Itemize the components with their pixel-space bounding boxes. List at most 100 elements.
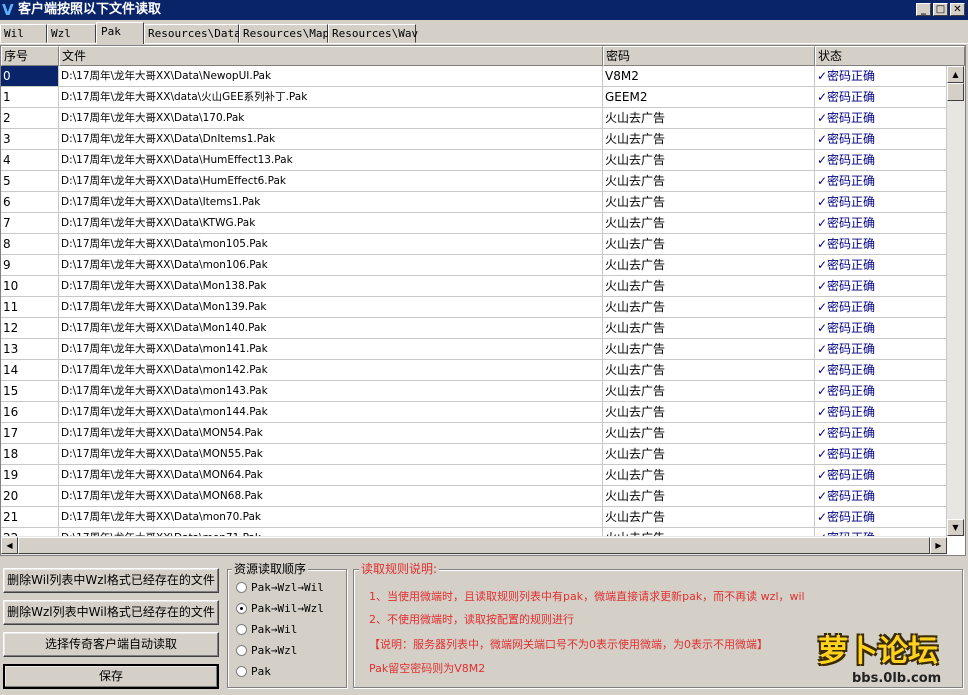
status-cell: ✓密码正确	[815, 318, 947, 339]
password-cell: GEEM2	[603, 87, 815, 108]
row-number-cell: 22	[1, 528, 59, 536]
table-row[interactable]: 15 D:\17周年\龙年大哥XX\Data\mon143.Pak 火山去广告 ✓密码…	[1, 381, 947, 402]
table-row[interactable]: 8 D:\17周年\龙年大哥XX\Data\mon105.Pak 火山去广告 ✓密码正…	[1, 234, 947, 255]
table-row[interactable]: 12 D:\17周年\龙年大哥XX\Data\Mon140.Pak 火山去广告 ✓密码…	[1, 318, 947, 339]
column-header-file[interactable]: 文件	[59, 46, 603, 66]
status-cell: ✓密码正确	[815, 171, 947, 192]
scroll-down-button[interactable]: ▼	[947, 519, 964, 536]
radio-icon[interactable]	[236, 645, 247, 656]
row-number-cell: 16	[1, 402, 59, 423]
password-cell: 火山去广告	[603, 339, 815, 360]
save-button[interactable]: 保存	[3, 664, 219, 689]
table-row[interactable]: 14 D:\17周年\龙年大哥XX\Data\mon142.Pak 火山去广告 ✓密码…	[1, 360, 947, 381]
row-number-cell: 15	[1, 381, 59, 402]
status-cell: ✓密码正确	[815, 66, 947, 87]
file-path-cell: D:\17周年\龙年大哥XX\Data\MON55.Pak	[59, 444, 603, 465]
auto-read-client-button[interactable]: 选择传奇客户端自动读取	[3, 632, 219, 657]
password-cell: 火山去广告	[603, 108, 815, 129]
password-cell: 火山去广告	[603, 360, 815, 381]
table-row[interactable]: 1 D:\17周年\龙年大哥XX\data\火山GEE系列补丁.Pak GEEM2 ✓…	[1, 87, 947, 108]
password-cell: 火山去广告	[603, 234, 815, 255]
radio-icon[interactable]	[236, 624, 247, 635]
tab-resources-wav[interactable]: Resources\Wav	[328, 24, 418, 43]
read-order-title: 资源读取顺序	[232, 562, 309, 576]
table-row[interactable]: 21 D:\17周年\龙年大哥XX\Data\mon70.Pak 火山去广告 ✓密码正…	[1, 507, 947, 528]
status-cell: ✓密码正确	[815, 108, 947, 129]
delete-wzl-duplicates-button[interactable]: 删除Wzl列表中Wil格式已经存在的文件	[3, 600, 219, 625]
read-order-option[interactable]: Pak→Wil→Wzl	[236, 601, 324, 617]
table-row[interactable]: 6 D:\17周年\龙年大哥XX\Data\Items1.Pak 火山去广告 ✓密码正…	[1, 192, 947, 213]
read-order-option[interactable]: Pak→Wil	[236, 622, 297, 638]
row-number-cell: 11	[1, 297, 59, 318]
minimize-button[interactable]: _	[916, 3, 931, 16]
table-row[interactable]: 11 D:\17周年\龙年大哥XX\Data\Mon139.Pak 火山去广告 ✓密码…	[1, 297, 947, 318]
read-order-option[interactable]: Pak→Wzl	[236, 643, 297, 659]
table-row[interactable]: 0 D:\17周年\龙年大哥XX\Data\NewopUI.Pak V8M2 ✓密码正…	[1, 66, 947, 87]
row-number-cell: 20	[1, 486, 59, 507]
radio-icon[interactable]	[236, 603, 247, 614]
close-button[interactable]: ✕	[950, 3, 965, 16]
tab-resources-data[interactable]: Resources\Data	[144, 24, 241, 43]
table-row[interactable]: 2 D:\17周年\龙年大哥XX\Data\170.Pak 火山去广告 ✓密码正确	[1, 108, 947, 129]
read-order-option[interactable]: Pak→Wzl→Wil	[236, 580, 324, 596]
file-path-cell: D:\17周年\龙年大哥XX\Data\mon143.Pak	[59, 381, 603, 402]
table-row[interactable]: 19 D:\17周年\龙年大哥XX\Data\MON64.Pak 火山去广告 ✓密码正…	[1, 465, 947, 486]
table-row[interactable]: 10 D:\17周年\龙年大哥XX\Data\Mon138.Pak 火山去广告 ✓密码…	[1, 276, 947, 297]
table-row[interactable]: 22D:\17周年\龙年大哥XX\Data\mon71.Pak火山去广告✓密码正…	[1, 528, 947, 536]
scroll-right-button[interactable]: ▶	[930, 537, 947, 554]
file-path-cell: D:\17周年\龙年大哥XX\Data\mon144.Pak	[59, 402, 603, 423]
tab-wil[interactable]: Wil	[0, 24, 47, 43]
file-path-cell: D:\17周年\龙年大哥XX\Data\HumEffect6.Pak	[59, 171, 603, 192]
tab-strip: Wil Wzl Pak Resources\Data Resources\Map…	[0, 22, 968, 44]
status-cell: ✓密码正确	[815, 87, 947, 108]
table-row[interactable]: 18 D:\17周年\龙年大哥XX\Data\MON55.Pak 火山去广告 ✓密码正…	[1, 444, 947, 465]
tab-wzl[interactable]: Wzl	[47, 24, 96, 43]
watermark-brand: 萝卜论坛	[818, 634, 938, 669]
table-row[interactable]: 4 D:\17周年\龙年大哥XX\Data\HumEffect13.Pak 火山去广…	[1, 150, 947, 171]
table-row[interactable]: 9 D:\17周年\龙年大哥XX\Data\mon106.Pak 火山去广告 ✓密码正…	[1, 255, 947, 276]
title-bar: V 客户端按照以下文件读取 _ □ ✕	[0, 0, 968, 20]
app-icon: V	[2, 1, 14, 19]
password-cell: 火山去广告	[603, 444, 815, 465]
table-row[interactable]: 20 D:\17周年\龙年大哥XX\Data\MON68.Pak 火山去广告 ✓密码正…	[1, 486, 947, 507]
row-number-cell: 13	[1, 339, 59, 360]
vertical-scroll-thumb[interactable]	[947, 83, 964, 101]
status-cell: ✓密码正确	[815, 255, 947, 276]
file-path-cell: D:\17周年\龙年大哥XX\Data\mon141.Pak	[59, 339, 603, 360]
password-cell: 火山去广告	[603, 507, 815, 528]
table-row[interactable]: 16 D:\17周年\龙年大哥XX\Data\mon144.Pak 火山去广告 ✓密码…	[1, 402, 947, 423]
rule-line-4: Pak留空密码则为V8M2	[369, 662, 486, 675]
table-row[interactable]: 5 D:\17周年\龙年大哥XX\Data\HumEffect6.Pak 火山去广告…	[1, 171, 947, 192]
vertical-scrollbar[interactable]: ▲ ▼	[947, 66, 965, 536]
radio-icon[interactable]	[236, 582, 247, 593]
file-list[interactable]: 序号 文件 密码 状态 0 D:\17周年\龙年大哥XX\Data\NewopUI…	[0, 45, 966, 556]
delete-wil-duplicates-button[interactable]: 删除Wil列表中Wzl格式已经存在的文件	[3, 568, 219, 593]
table-body: 0 D:\17周年\龙年大哥XX\Data\NewopUI.Pak V8M2 ✓密码正…	[1, 66, 947, 536]
status-cell: ✓密码正确	[815, 444, 947, 465]
maximize-button[interactable]: □	[933, 3, 948, 16]
table-row[interactable]: 7 D:\17周年\龙年大哥XX\Data\KTWG.Pak 火山去广告 ✓密码正确	[1, 213, 947, 234]
watermark-logo: 萝卜论坛 bbs.0lb.com	[818, 633, 958, 691]
horizontal-scroll-thumb[interactable]	[18, 537, 930, 554]
scroll-up-button[interactable]: ▲	[947, 66, 964, 83]
table-row[interactable]: 3 D:\17周年\龙年大哥XX\Data\DnItems1.Pak 火山去广告 ✓密…	[1, 129, 947, 150]
column-header-status[interactable]: 状态	[815, 46, 965, 66]
column-header-no[interactable]: 序号	[1, 46, 59, 66]
tab-resources-map[interactable]: Resources\Map	[239, 24, 329, 43]
column-header-password[interactable]: 密码	[603, 46, 815, 66]
scroll-left-button[interactable]: ◀	[1, 537, 18, 554]
horizontal-scrollbar[interactable]: ◀ ▶	[1, 536, 947, 555]
tab-pak[interactable]: Pak	[96, 22, 144, 44]
row-number-cell: 18	[1, 444, 59, 465]
password-cell: 火山去广告	[603, 276, 815, 297]
read-order-option[interactable]: Pak	[236, 664, 271, 680]
file-path-cell: D:\17周年\龙年大哥XX\Data\170.Pak	[59, 108, 603, 129]
table-row[interactable]: 13 D:\17周年\龙年大哥XX\Data\mon141.Pak 火山去广告 ✓密码…	[1, 339, 947, 360]
read-order-option-label: Pak→Wzl	[251, 644, 298, 657]
radio-icon[interactable]	[236, 666, 247, 677]
password-cell: 火山去广告	[603, 192, 815, 213]
status-cell: ✓密码正确	[815, 339, 947, 360]
table-row[interactable]: 17 D:\17周年\龙年大哥XX\Data\MON54.Pak 火山去广告 ✓密码正…	[1, 423, 947, 444]
status-cell: ✓密码正确	[815, 423, 947, 444]
row-number-cell: 7	[1, 213, 59, 234]
